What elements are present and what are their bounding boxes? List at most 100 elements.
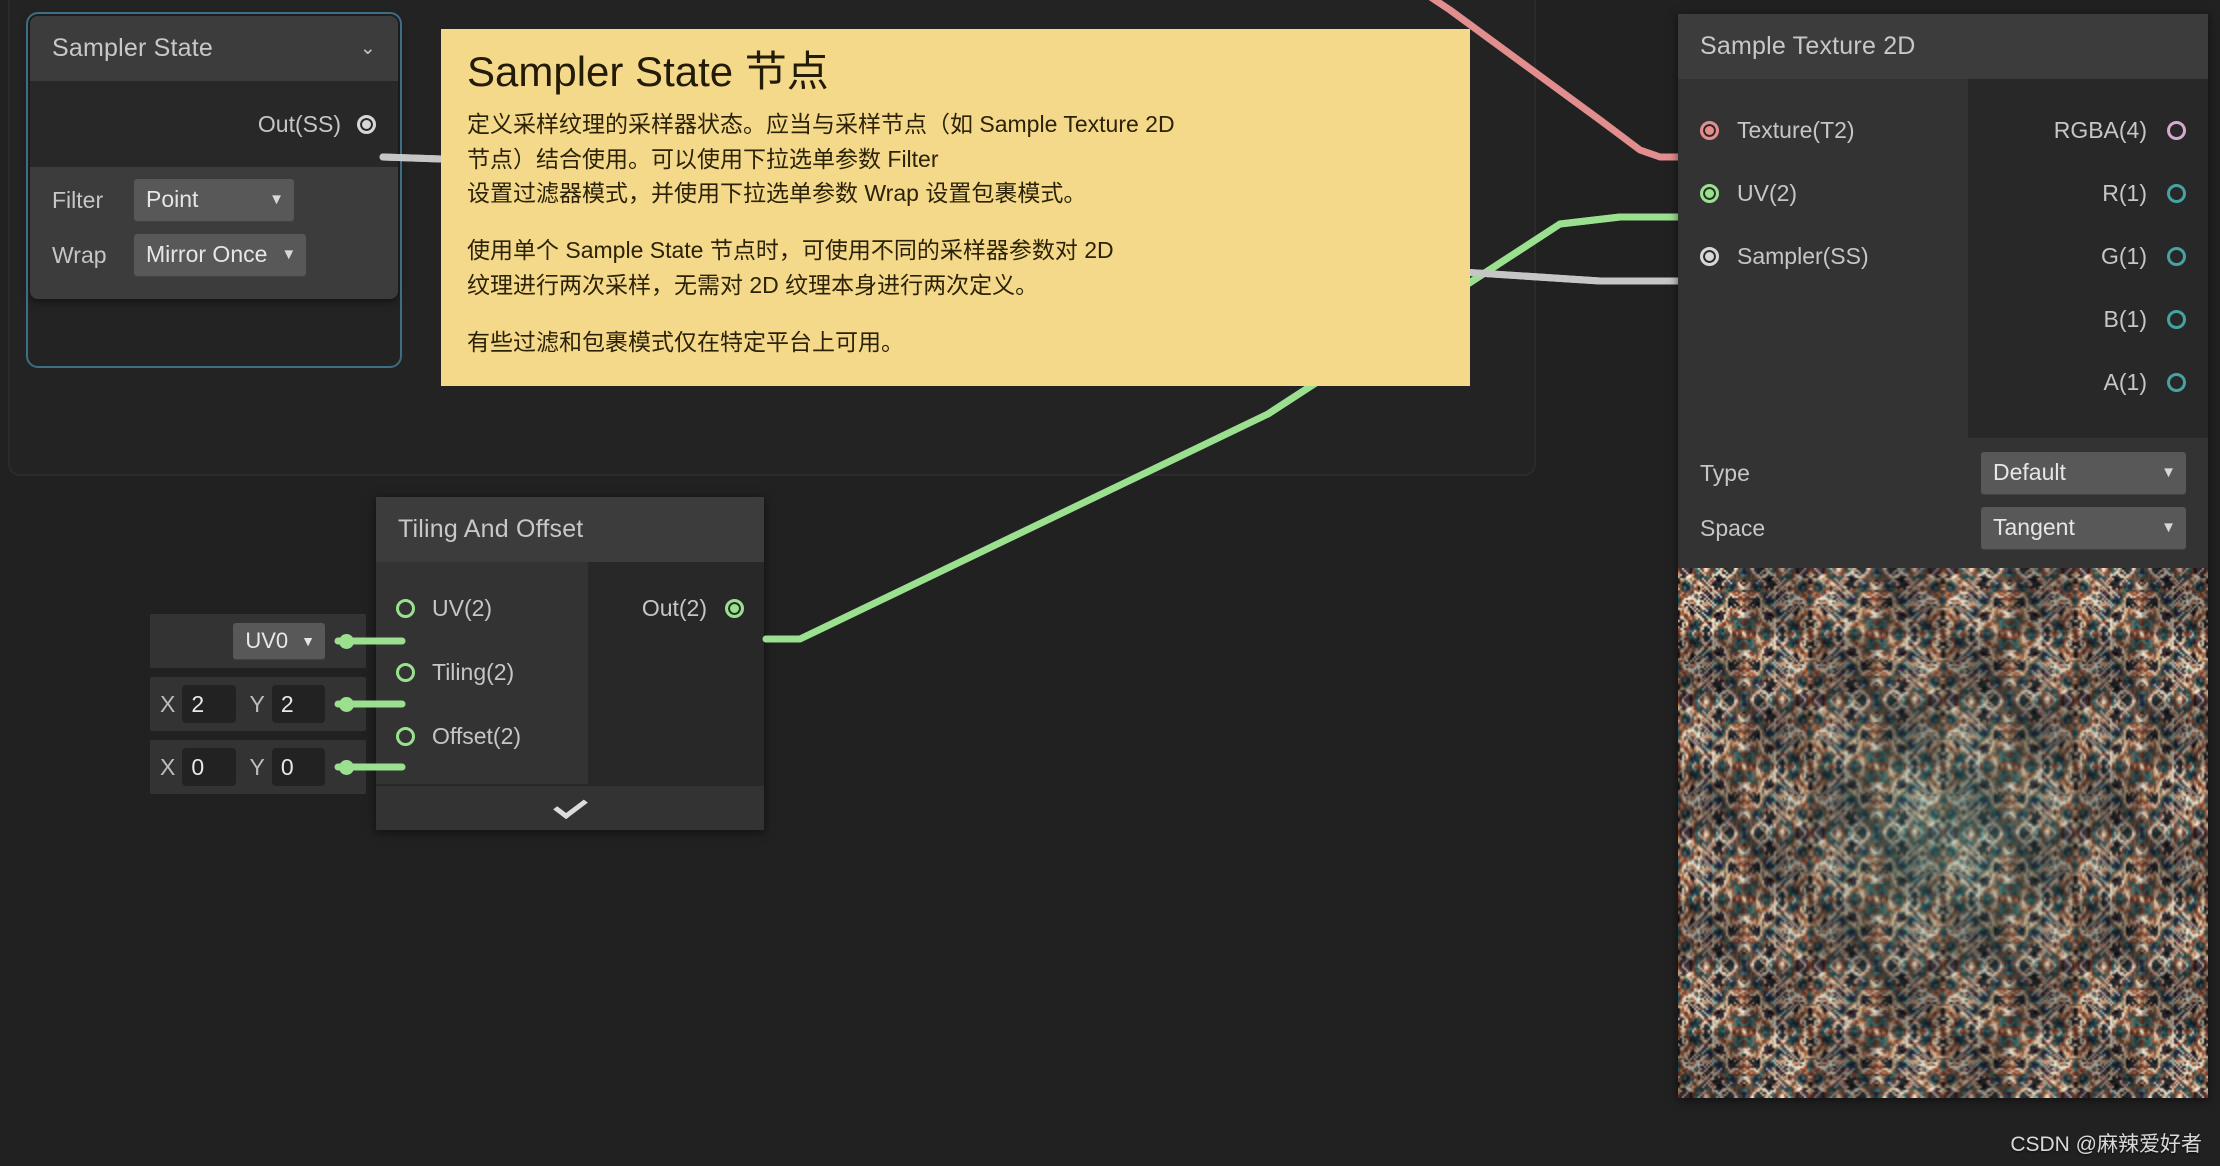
port-row-g[interactable]: G(1): [1968, 225, 2208, 288]
tooltip-paragraph-1: 定义采样纹理的采样器状态。应当与采样节点（如 Sample Texture 2D…: [467, 110, 1175, 207]
label-tiling-x: X: [160, 690, 176, 717]
slot-dot-offset[interactable]: [339, 759, 354, 775]
label-wrap: Wrap: [52, 242, 107, 268]
label-offset-x: X: [160, 753, 176, 780]
port-to-offset-2[interactable]: [396, 726, 415, 746]
dropdown-space-value: Tangent: [1993, 514, 2075, 540]
port-label-r-1: R(1): [2102, 180, 2147, 206]
slot-dot-tiling[interactable]: [339, 696, 354, 712]
label-type: Type: [1700, 460, 1750, 486]
input-offset-y[interactable]: 0: [271, 748, 325, 786]
shader-graph-canvas[interactable]: Sampler State ⌄ Out(SS) Filter Point ▼ W…: [0, 0, 2220, 1166]
port-row-a[interactable]: A(1): [1968, 351, 2208, 414]
node-tiling-and-offset-body: UV(2) Tiling(2) Offset(2) Out(2): [376, 562, 764, 784]
node-sample-texture-2d-body: Texture(T2) UV(2) Sampler(SS) RGBA(4) R(…: [1678, 79, 2208, 438]
port-label-b-1: B(1): [2103, 306, 2147, 332]
tiling-offset-outputs: Out(2): [588, 562, 764, 784]
port-row-sampler[interactable]: Sampler(SS): [1678, 225, 1968, 288]
port-row-to-tiling[interactable]: Tiling(2): [376, 640, 588, 704]
port-to-tiling-2[interactable]: [396, 662, 415, 682]
dropdown-wrap[interactable]: Mirror Once ▼: [134, 234, 307, 277]
port-label-uv-2: UV(2): [1737, 180, 1798, 206]
port-label-texture-t2: Texture(T2): [1737, 117, 1855, 143]
port-r-1[interactable]: [2167, 184, 2186, 203]
node-sampler-state[interactable]: Sampler State ⌄ Out(SS) Filter Point ▼ W…: [30, 16, 398, 299]
tooltip-paragraph-2: 使用单个 Sample State 节点时，可使用不同的采样器参数对 2D 纹理…: [467, 237, 1114, 299]
slot-dot-uv[interactable]: [339, 633, 354, 649]
node-sample-texture-2d-title: Sample Texture 2D: [1700, 32, 1916, 60]
port-label-to-offset-2: Offset(2): [432, 722, 522, 749]
port-label-out-ss: Out(SS): [257, 110, 341, 137]
port-out-ss[interactable]: [357, 114, 376, 134]
node-tiling-and-offset-title: Tiling And Offset: [398, 515, 584, 543]
port-row-texture[interactable]: Texture(T2): [1678, 99, 1968, 162]
port-label-rgba-4: RGBA(4): [2053, 117, 2147, 143]
slot-tiling-vector[interactable]: X 2 Y 2: [150, 677, 366, 731]
port-uv-2[interactable]: [1700, 184, 1719, 203]
dropdown-space[interactable]: Tangent ▼: [1981, 507, 2186, 550]
sample-texture-inputs: Texture(T2) UV(2) Sampler(SS): [1678, 79, 1968, 438]
sample-texture-controls: Type Default ▼ Space Tangent ▼: [1678, 438, 2208, 568]
dropdown-filter[interactable]: Point ▼: [134, 179, 294, 222]
control-row-space: Space Tangent ▼: [1700, 507, 2186, 550]
port-row-rgba[interactable]: RGBA(4): [1968, 99, 2208, 162]
node-tiling-and-offset-footer[interactable]: [376, 784, 764, 830]
port-label-sampler-ss: Sampler(SS): [1737, 243, 1869, 269]
dropdown-type-value: Default: [1993, 459, 2066, 485]
tiling-offset-inputs: UV(2) Tiling(2) Offset(2): [376, 562, 588, 784]
port-row-r[interactable]: R(1): [1968, 162, 2208, 225]
dropdown-type[interactable]: Default ▼: [1981, 452, 2186, 495]
label-offset-y: Y: [249, 753, 265, 780]
label-filter: Filter: [52, 187, 104, 213]
port-a-1[interactable]: [2167, 373, 2186, 392]
chevron-down-icon[interactable]: ⌄: [360, 39, 376, 58]
chevron-down-icon: ▼: [269, 191, 284, 208]
input-offset-x[interactable]: 0: [182, 748, 236, 786]
port-rgba-4[interactable]: [2167, 121, 2186, 140]
control-row-wrap: Wrap Mirror Once ▼: [52, 234, 376, 277]
label-space: Space: [1700, 515, 1766, 541]
node-tiling-and-offset[interactable]: Tiling And Offset UV(2) Tiling(2) Offset…: [376, 497, 764, 830]
sampler-state-controls: Filter Point ▼ Wrap Mirror Once ▼: [30, 167, 398, 299]
port-sampler-ss[interactable]: [1700, 247, 1719, 266]
control-row-type: Type Default ▼: [1700, 452, 2186, 495]
watermark-text: CSDN @麻辣爱好者: [2010, 1133, 2202, 1156]
tooltip-paragraph-3: 有些过滤和包裹模式仅在特定平台上可用。: [467, 329, 904, 356]
chevron-down-icon: ▼: [281, 246, 297, 263]
chevron-down-icon: ▼: [2161, 519, 2176, 536]
port-to-uv-2[interactable]: [396, 598, 415, 618]
port-label-to-uv-2: UV(2): [432, 594, 493, 621]
slot-offset-vector[interactable]: X 0 Y 0: [150, 740, 366, 794]
texture-preview-thumbnail: [1678, 568, 2208, 1098]
tooltip-title: Sampler State 节点: [467, 48, 829, 95]
port-row-uv[interactable]: UV(2): [1678, 162, 1968, 225]
input-tiling-y[interactable]: 2: [271, 685, 325, 723]
dropdown-filter-value: Point: [146, 186, 199, 212]
tooltip-sampler-state-docs: Sampler State 节点 定义采样纹理的采样器状态。应当与采样节点（如 …: [441, 29, 1470, 387]
label-tiling-y: Y: [249, 690, 265, 717]
dropdown-uv-channel[interactable]: UV0 ▼: [233, 622, 325, 660]
port-label-g-1: G(1): [2101, 243, 2147, 269]
chevron-down-icon[interactable]: [552, 792, 588, 819]
port-row-to-out[interactable]: Out(2): [588, 576, 764, 640]
port-texture-t2[interactable]: [1700, 121, 1719, 140]
tiling-offset-input-slots: UV0 ▼ X 2 Y 2 X 0 Y 0: [150, 614, 366, 803]
port-to-out-2[interactable]: [725, 598, 744, 618]
node-tiling-and-offset-header[interactable]: Tiling And Offset: [376, 497, 764, 562]
port-b-1[interactable]: [2167, 310, 2186, 329]
port-label-a-1: A(1): [2103, 369, 2147, 395]
slot-uv-channel[interactable]: UV0 ▼: [150, 614, 366, 668]
port-row-to-uv[interactable]: UV(2): [376, 576, 588, 640]
chevron-down-icon: ▼: [2161, 464, 2176, 481]
node-sample-texture-2d-header[interactable]: Sample Texture 2D: [1678, 14, 2208, 79]
port-g-1[interactable]: [2167, 247, 2186, 266]
node-sampler-state-header[interactable]: Sampler State ⌄: [30, 16, 398, 81]
port-row-out-ss[interactable]: Out(SS): [30, 81, 398, 167]
port-label-to-out-2: Out(2): [641, 594, 707, 621]
dropdown-uv-channel-value: UV0: [245, 627, 289, 653]
dropdown-wrap-value: Mirror Once: [146, 241, 268, 267]
port-row-to-offset[interactable]: Offset(2): [376, 704, 588, 768]
input-tiling-x[interactable]: 2: [182, 685, 236, 723]
node-sample-texture-2d[interactable]: Sample Texture 2D Texture(T2) UV(2) Samp…: [1678, 14, 2208, 1098]
port-row-b[interactable]: B(1): [1968, 288, 2208, 351]
